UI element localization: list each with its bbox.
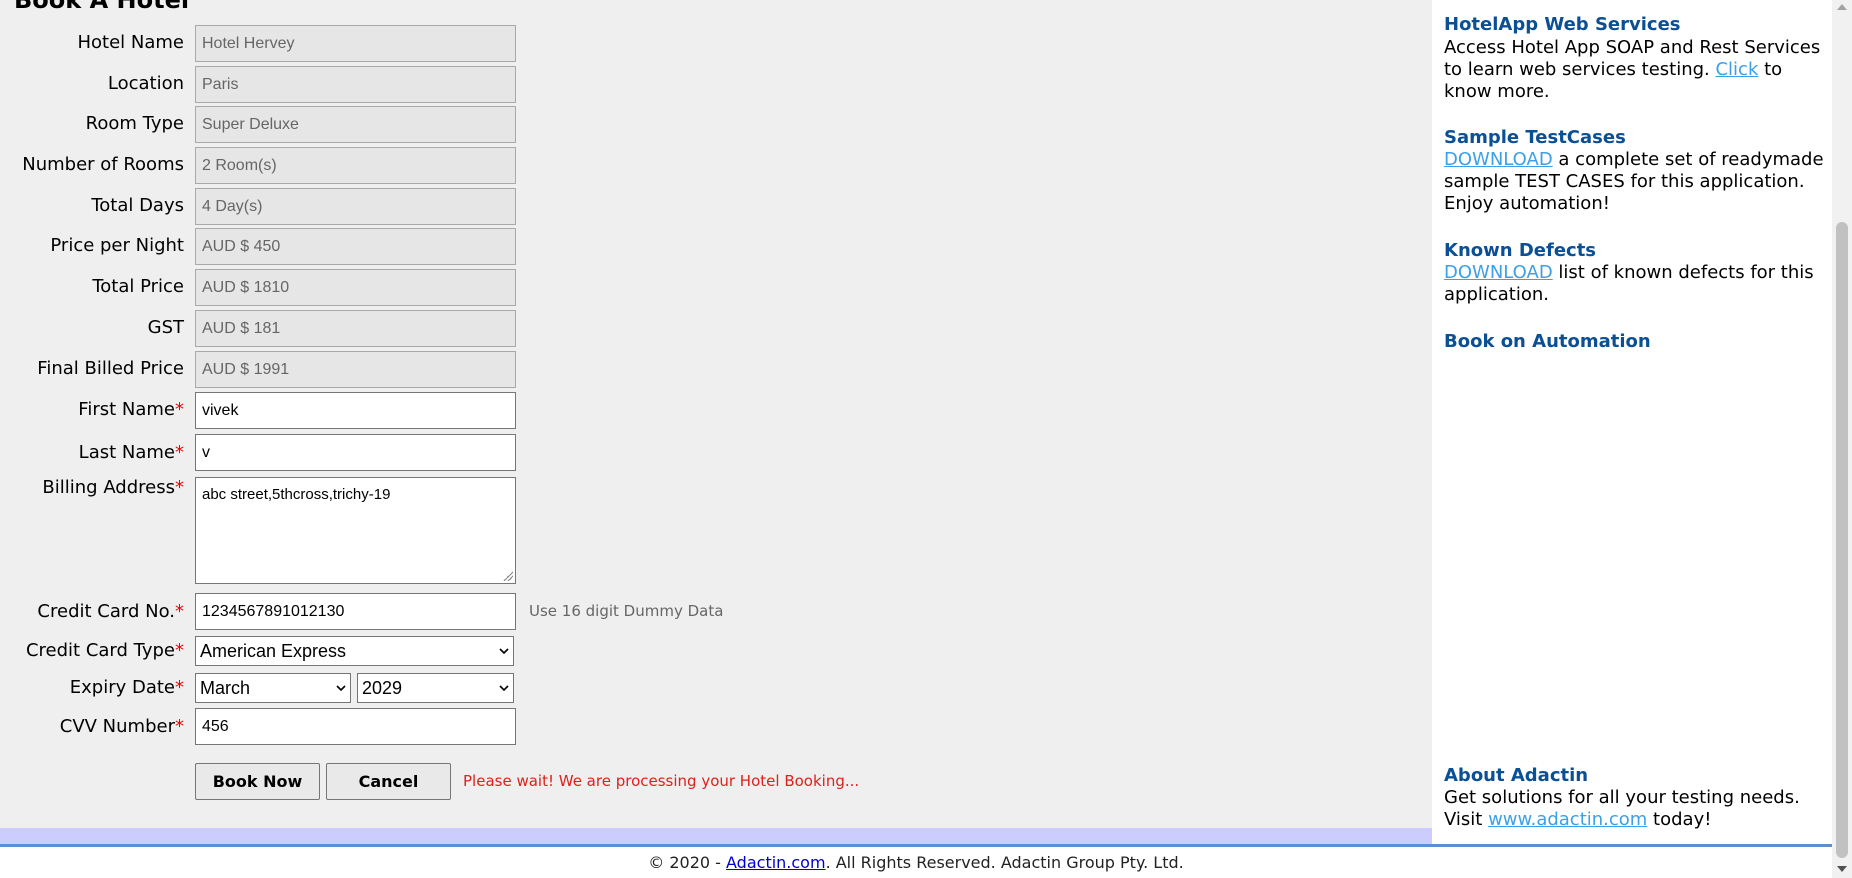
- total-days-label: Total Days: [91, 195, 184, 216]
- credit-card-no-label: Credit Card No.*: [0, 601, 184, 623]
- resize-grip-icon[interactable]: [503, 571, 513, 581]
- booking-form-panel: Book A Hotel Hotel Name Hotel Hervey Loc…: [0, 0, 1432, 828]
- hotel-name-field[interactable]: Hotel Hervey: [195, 25, 516, 62]
- right-sidebar: HotelApp Web Services Access Hotel App S…: [1432, 0, 1832, 844]
- expiry-month-value: March: [200, 677, 251, 698]
- last-name-input[interactable]: v: [195, 434, 516, 471]
- test-cases-heading: Sample TestCases: [1444, 127, 1626, 148]
- known-defects-heading: Known Defects: [1444, 240, 1597, 261]
- final-billed-price-label: Final Billed Price: [37, 358, 184, 379]
- expiry-date-label-text: Expiry Date: [69, 677, 175, 698]
- processing-message: Please wait! We are processing your Hote…: [463, 772, 860, 790]
- required-marker: *: [175, 601, 184, 622]
- billing-address-value: abc street,5thcross,trichy-19: [202, 486, 391, 503]
- web-services-click-link[interactable]: Click: [1715, 59, 1758, 80]
- last-name-label: Last Name*: [0, 442, 184, 464]
- credit-card-hint: Use 16 digit Dummy Data: [529, 602, 724, 620]
- content-bottom-band: [0, 828, 1432, 844]
- footer: © 2020 - Adactin.com. All Rights Reserve…: [0, 852, 1832, 874]
- required-marker: *: [175, 399, 184, 420]
- number-of-rooms-label: Number of Rooms: [22, 154, 184, 175]
- chevron-down-icon: [499, 648, 509, 655]
- required-marker: *: [175, 677, 184, 698]
- cvv-number-label-text: CVV Number: [59, 716, 175, 737]
- first-name-input[interactable]: vivek: [195, 392, 516, 429]
- chevron-down-icon: [336, 685, 346, 692]
- book-on-automation-link[interactable]: Book on Automation: [1444, 331, 1651, 352]
- location-field[interactable]: Paris: [195, 66, 516, 103]
- credit-card-no-label-text: Credit Card No.: [37, 601, 175, 622]
- scroll-up-arrow-icon[interactable]: [1837, 4, 1847, 10]
- location-label: Location: [107, 73, 184, 94]
- expiry-year-value: 2029: [362, 677, 403, 698]
- last-name-label-text: Last Name: [78, 442, 175, 463]
- scrollbar-thumb[interactable]: [1836, 222, 1848, 858]
- scroll-down-arrow-icon[interactable]: [1837, 866, 1847, 872]
- billing-address-label-text: Billing Address: [42, 477, 175, 498]
- final-billed-price-field[interactable]: AUD $ 1991: [195, 351, 516, 388]
- cancel-button[interactable]: Cancel: [326, 763, 451, 800]
- expiry-month-select[interactable]: March: [195, 673, 351, 703]
- required-marker: *: [175, 716, 184, 737]
- total-price-field[interactable]: AUD $ 1810: [195, 269, 516, 306]
- price-per-night-field[interactable]: AUD $ 450: [195, 228, 516, 265]
- test-cases-download-link[interactable]: DOWNLOAD: [1444, 149, 1553, 170]
- total-days-field[interactable]: 4 Day(s): [195, 188, 516, 225]
- known-defects-text: DOWNLOAD list of known defects for this …: [1444, 262, 1829, 306]
- first-name-label-text: First Name: [78, 399, 175, 420]
- number-of-rooms-field[interactable]: 2 Room(s): [195, 147, 516, 184]
- credit-card-no-input[interactable]: 1234567891012130: [195, 593, 516, 630]
- footer-prefix: © 2020 -: [648, 853, 727, 872]
- price-per-night-label: Price per Night: [50, 235, 184, 256]
- page-title: Book A Hotel: [14, 0, 190, 14]
- credit-card-type-label: Credit Card Type*: [0, 640, 184, 662]
- adactin-website-link[interactable]: www.adactin.com: [1488, 809, 1647, 830]
- expiry-year-select[interactable]: 2029: [357, 673, 514, 703]
- book-now-button[interactable]: Book Now: [195, 763, 320, 800]
- cvv-number-label: CVV Number*: [0, 716, 184, 738]
- required-marker: *: [175, 640, 184, 661]
- room-type-field[interactable]: Super Deluxe: [195, 106, 516, 143]
- room-type-label: Room Type: [85, 113, 184, 134]
- credit-card-type-value: American Express: [200, 640, 347, 661]
- billing-address-textarea[interactable]: abc street,5thcross,trichy-19: [195, 477, 516, 584]
- credit-card-type-select[interactable]: American Express: [195, 636, 514, 666]
- footer-suffix: . All Rights Reserved. Adactin Group Pty…: [825, 853, 1184, 872]
- footer-divider: [0, 844, 1832, 847]
- about-adactin-text: Get solutions for all your testing needs…: [1444, 787, 1829, 831]
- billing-address-label: Billing Address*: [0, 477, 184, 499]
- chevron-down-icon: [499, 685, 509, 692]
- total-price-label: Total Price: [92, 276, 184, 297]
- credit-card-type-label-text: Credit Card Type: [25, 640, 175, 661]
- hotel-name-label: Hotel Name: [77, 32, 184, 53]
- about-adactin-heading: About Adactin: [1444, 765, 1589, 786]
- footer-adactin-link[interactable]: Adactin.com: [726, 853, 826, 872]
- required-marker: *: [175, 477, 184, 498]
- required-marker: *: [175, 442, 184, 463]
- about-text-after: today!: [1647, 809, 1712, 830]
- first-name-label: First Name*: [0, 399, 184, 421]
- cvv-number-input[interactable]: 456: [195, 708, 516, 745]
- web-services-text: Access Hotel App SOAP and Rest Services …: [1444, 37, 1829, 103]
- vertical-scrollbar[interactable]: [1832, 0, 1852, 878]
- expiry-date-label: Expiry Date*: [0, 677, 184, 699]
- test-cases-text: DOWNLOAD a complete set of readymade sam…: [1444, 149, 1829, 215]
- gst-field[interactable]: AUD $ 181: [195, 310, 516, 347]
- web-services-heading: HotelApp Web Services: [1444, 14, 1681, 35]
- known-defects-download-link[interactable]: DOWNLOAD: [1444, 262, 1553, 283]
- gst-label: GST: [147, 317, 184, 338]
